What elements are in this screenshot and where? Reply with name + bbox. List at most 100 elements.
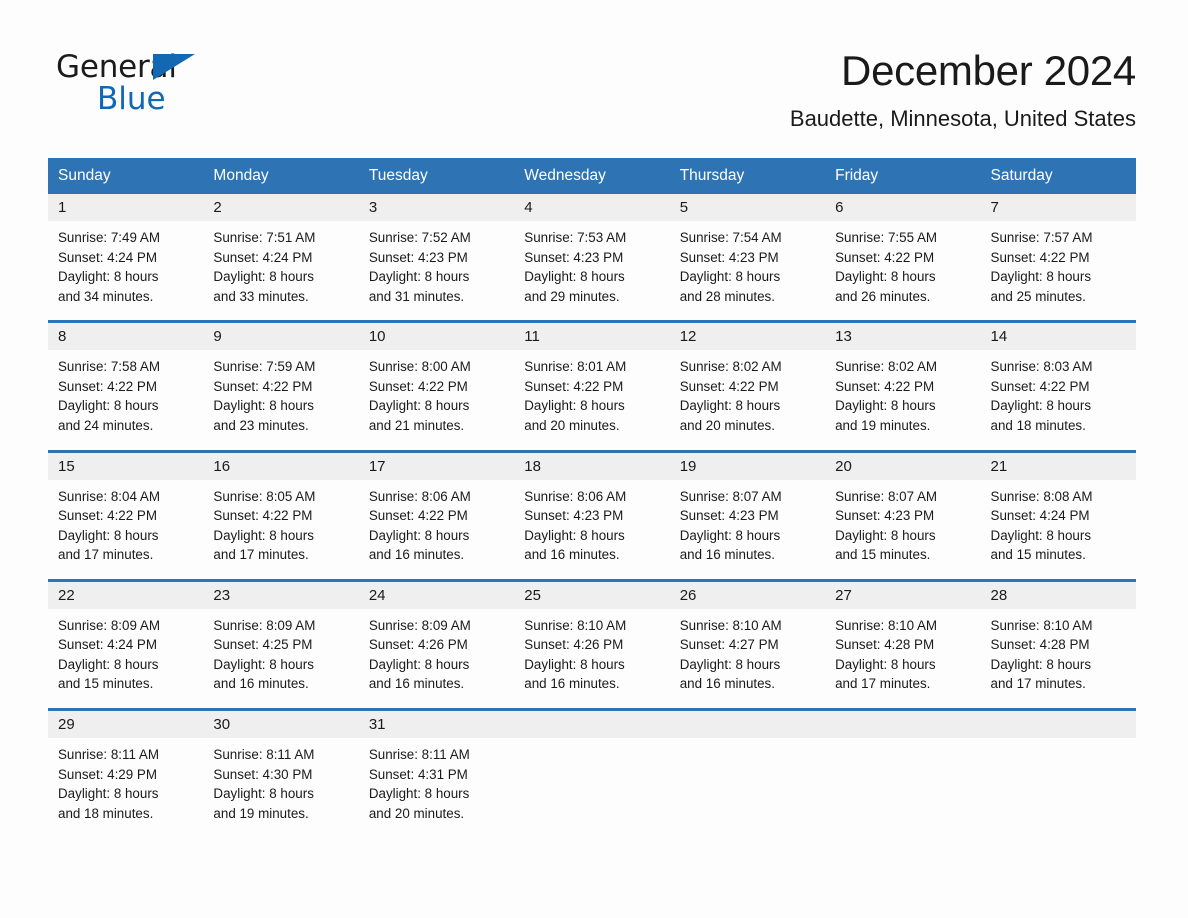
daynumber-cell[interactable]: 29	[48, 708, 204, 738]
daylight-text-line1: Daylight: 8 hours	[368, 269, 470, 285]
day-info-cell: Sunrise: 7:52 AM Sunset: 4:23 PM Dayligh…	[358, 221, 515, 322]
daylight-text-line2: and 18 minutes.	[990, 417, 1086, 433]
logo-triangle-icon	[153, 54, 195, 80]
daylight-text-line1: Daylight: 8 hours	[524, 527, 625, 543]
daynumber-cell[interactable]: 7	[980, 194, 1136, 221]
daylight-text-line1: Daylight: 8 hours	[58, 269, 159, 285]
daynumber-cell[interactable]: 6	[825, 194, 981, 221]
daylight-text-line2: and 23 minutes.	[213, 417, 309, 433]
day-info-cell: Sunrise: 7:58 AM Sunset: 4:22 PM Dayligh…	[48, 350, 204, 451]
daynumber-cell[interactable]: 19	[669, 449, 826, 480]
day-info-cell: Sunrise: 8:10 AM Sunset: 4:28 PM Dayligh…	[980, 608, 1136, 710]
calendar-page: General Blue December 2024 Baudette, Min…	[0, 0, 1188, 918]
location-subtitle: Baudette, Minnesota, United States	[789, 106, 1136, 132]
sunrise-text: Sunrise: 7:58 AM	[58, 359, 160, 375]
daynumber-cell[interactable]: 3	[358, 194, 515, 221]
daynumber-cell[interactable]: 9	[203, 320, 359, 351]
daynumber-cell[interactable]: 14	[980, 320, 1136, 351]
daylight-text-line2: and 34 minutes.	[58, 288, 154, 304]
daylight-text-line1: Daylight: 8 hours	[835, 398, 936, 414]
sunrise-text: Sunrise: 8:10 AM	[679, 617, 782, 633]
daylight-text-line2: and 31 minutes.	[368, 288, 465, 304]
sunrise-text: Sunrise: 7:51 AM	[213, 230, 316, 245]
daynumber-cell[interactable]: 27	[825, 578, 981, 609]
daylight-text-line1: Daylight: 8 hours	[524, 656, 625, 672]
day-info-cell: Sunrise: 8:00 AM Sunset: 4:22 PM Dayligh…	[358, 350, 515, 451]
sunrise-text: Sunrise: 8:07 AM	[679, 488, 782, 504]
sunset-text: Sunset: 4:24 PM	[58, 637, 157, 653]
sunrise-text: Sunrise: 8:09 AM	[213, 617, 316, 633]
daylight-text-line2: and 19 minutes.	[835, 417, 931, 433]
sunset-text: Sunset: 4:25 PM	[213, 637, 313, 653]
daynumber-cell[interactable]: 4	[514, 194, 670, 221]
sunrise-text: Sunrise: 8:02 AM	[679, 359, 782, 375]
sunset-text: Sunset: 4:22 PM	[835, 249, 935, 265]
daylight-text-line2: and 16 minutes.	[679, 676, 775, 692]
day-info-cell: Sunrise: 8:03 AM Sunset: 4:22 PM Dayligh…	[980, 350, 1136, 451]
day-info-cell: Sunrise: 7:54 AM Sunset: 4:23 PM Dayligh…	[669, 221, 826, 322]
daylight-text-line1: Daylight: 8 hours	[524, 398, 625, 414]
daynumber-cell[interactable]: 23	[203, 578, 359, 609]
daynumber-cell[interactable]: 1	[48, 194, 204, 221]
sunrise-text: Sunrise: 8:00 AM	[368, 359, 471, 375]
daynumber-cell-empty	[669, 708, 826, 738]
daynumber-cell[interactable]: 18	[514, 449, 670, 480]
day-info-cell: Sunrise: 8:01 AM Sunset: 4:22 PM Dayligh…	[514, 350, 670, 451]
daynumber-cell[interactable]: 22	[48, 578, 204, 609]
week-5-info-row: Sunrise: 8:11 AM Sunset: 4:29 PM Dayligh…	[48, 738, 1136, 838]
sunset-text: Sunset: 4:23 PM	[679, 249, 779, 265]
daynumber-cell[interactable]: 8	[48, 320, 204, 351]
day-info-cell-empty	[514, 738, 670, 838]
daynumber-cell-empty	[825, 708, 981, 738]
daylight-text-line1: Daylight: 8 hours	[368, 398, 470, 414]
daylight-text-line2: and 16 minutes.	[368, 676, 465, 692]
daynumber-cell[interactable]: 17	[358, 449, 515, 480]
daylight-text-line1: Daylight: 8 hours	[213, 527, 314, 543]
daynumber-cell[interactable]: 30	[203, 708, 359, 738]
sunset-text: Sunset: 4:22 PM	[213, 378, 313, 394]
weekday-header-thursday: Thursday	[669, 158, 826, 194]
daynumber-cell[interactable]: 20	[825, 449, 981, 480]
daynumber-cell[interactable]: 5	[669, 194, 826, 221]
day-info-cell-empty	[980, 738, 1136, 838]
sunset-text: Sunset: 4:28 PM	[990, 637, 1090, 653]
daynumber-cell[interactable]: 12	[669, 320, 826, 351]
day-info-cell-empty	[825, 738, 981, 838]
page-title: December 2024	[841, 47, 1136, 94]
sunset-text: Sunset: 4:24 PM	[213, 249, 313, 265]
daynumber-cell[interactable]: 2	[203, 194, 359, 221]
daylight-text-line2: and 15 minutes.	[58, 676, 154, 692]
day-info-cell: Sunrise: 8:04 AM Sunset: 4:22 PM Dayligh…	[48, 479, 204, 581]
day-info-cell: Sunrise: 7:53 AM Sunset: 4:23 PM Dayligh…	[514, 221, 670, 322]
daylight-text-line1: Daylight: 8 hours	[835, 269, 936, 285]
daylight-text-line2: and 26 minutes.	[835, 288, 931, 304]
daylight-text-line2: and 28 minutes.	[679, 288, 775, 304]
daynumber-cell[interactable]: 26	[669, 578, 826, 609]
daynumber-cell[interactable]: 15	[48, 449, 204, 480]
daylight-text-line2: and 16 minutes.	[213, 676, 309, 692]
daylight-text-line1: Daylight: 8 hours	[524, 269, 625, 285]
daylight-text-line1: Daylight: 8 hours	[679, 527, 781, 543]
daynumber-cell[interactable]: 24	[358, 578, 515, 609]
daynumber-cell[interactable]: 11	[514, 320, 670, 351]
sunset-text: Sunset: 4:29 PM	[58, 766, 157, 782]
daynumber-cell[interactable]: 16	[203, 449, 359, 480]
sunset-text: Sunset: 4:22 PM	[368, 378, 468, 394]
daynumber-cell-empty	[980, 708, 1136, 738]
daynumber-cell[interactable]: 10	[358, 320, 515, 351]
daynumber-cell[interactable]: 25	[514, 578, 670, 609]
sunrise-text: Sunrise: 7:49 AM	[58, 230, 160, 245]
daynumber-cell[interactable]: 28	[980, 578, 1136, 609]
sunrise-text: Sunrise: 7:55 AM	[835, 230, 938, 245]
day-info-cell: Sunrise: 8:10 AM Sunset: 4:26 PM Dayligh…	[514, 608, 670, 710]
sunset-text: Sunset: 4:22 PM	[990, 249, 1090, 265]
daylight-text-line1: Daylight: 8 hours	[990, 398, 1092, 414]
daynumber-cell[interactable]: 13	[825, 320, 981, 351]
sunset-text: Sunset: 4:22 PM	[679, 378, 779, 394]
daynumber-cell[interactable]: 21	[980, 449, 1136, 480]
daynumber-cell-empty	[514, 708, 670, 738]
day-info-cell: Sunrise: 8:11 AM Sunset: 4:29 PM Dayligh…	[48, 738, 204, 838]
daynumber-cell[interactable]: 31	[358, 708, 515, 738]
sunset-text: Sunset: 4:26 PM	[524, 637, 624, 653]
daylight-text-line1: Daylight: 8 hours	[213, 786, 314, 802]
